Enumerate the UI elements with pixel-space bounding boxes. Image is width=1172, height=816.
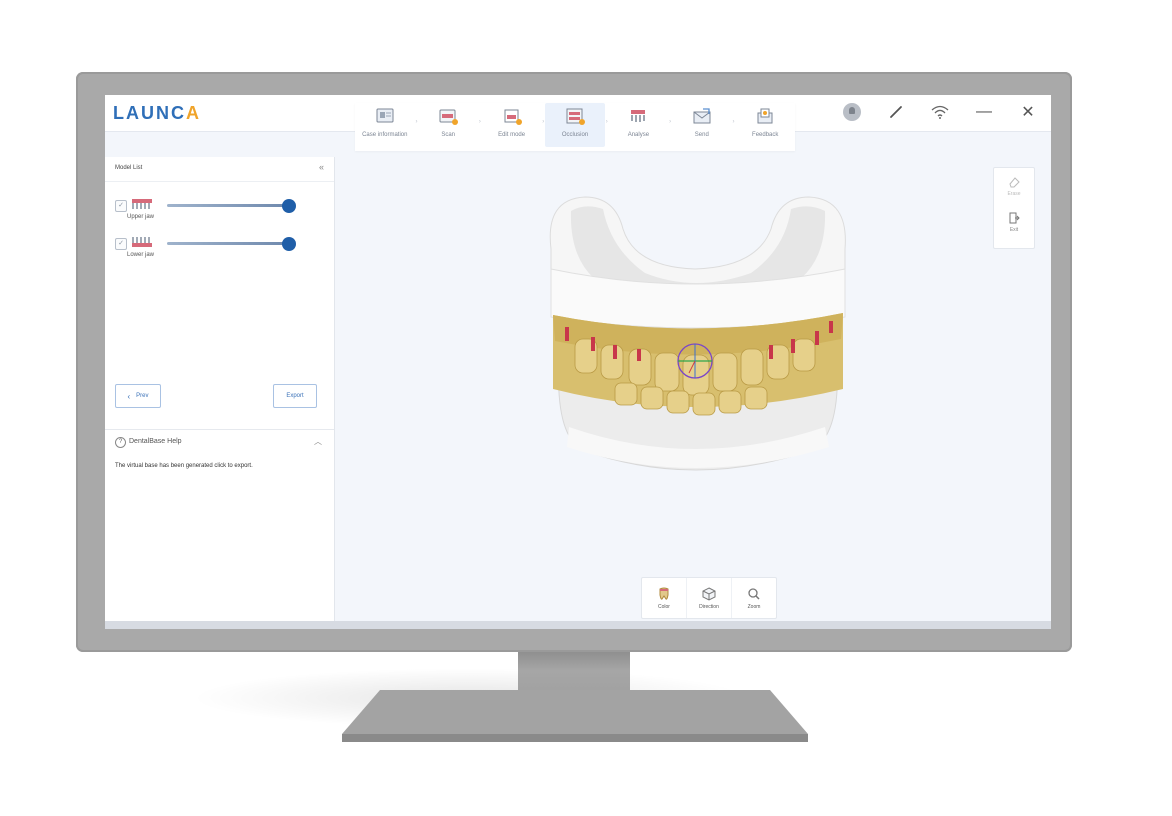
zoom-label: Zoom [747,603,761,610]
collapse-panel-icon[interactable]: « [319,162,324,172]
upper-jaw-label: Upper jaw [127,214,155,220]
help-title: DentalBase Help [129,438,182,445]
pen-icon [890,106,902,118]
dental-model-3d[interactable] [545,189,849,489]
app-window: LAUNCA — ✕ Case information › Scan › Edi… [105,95,1051,629]
screen-bottom-strip [105,621,1051,629]
exit-tool-button[interactable]: Exit [994,204,1034,240]
step-occlusion[interactable]: Occlusion [545,103,605,147]
erase-tool-button[interactable]: Erase [994,168,1034,204]
lower-jaw-icon [132,237,152,247]
prev-button[interactable]: ‹ Prev [115,384,161,408]
zoom-icon [748,587,760,600]
step-label: Analyse [627,132,650,138]
color-label: Color [658,603,670,610]
step-feedback[interactable]: Feedback [735,103,795,147]
send-icon [693,108,711,124]
lower-jaw-label: Lower jaw [127,252,155,258]
feedback-icon [757,108,773,124]
model-list-title: Model List [115,165,143,171]
model-list-header: Model List « [105,157,334,182]
step-label: Feedback [752,132,779,138]
window-controls: — ✕ [839,99,1041,125]
help-icon: ? [115,437,126,448]
lower-jaw-row: ✓ Lower jaw [105,228,334,266]
erase-label: Erase [1007,190,1021,197]
workflow-steps: Case information › Scan › Edit mode › Oc… [355,103,795,151]
lower-jaw-opacity-slider[interactable] [167,242,289,245]
help-collapse-icon[interactable]: ︿ [314,436,322,447]
zoom-tool-button[interactable]: Zoom [732,578,776,618]
help-divider [105,429,334,430]
occlusion-icon [566,108,585,125]
prev-button-label: Prev [136,393,149,399]
step-send[interactable]: Send [672,103,732,147]
monitor-stand-base [342,690,808,742]
step-analyse[interactable]: Analyse [609,103,669,147]
model-list-panel: Model List « ✓ Upper jaw ✓ Lower jaw ‹ P… [105,157,335,629]
bottom-toolbar: Color Direction Zoom [641,577,777,619]
exit-label: Exit [1009,226,1019,233]
step-label: Send [694,132,709,138]
wifi-button[interactable] [927,99,953,125]
scan-icon [439,109,459,125]
pen-button[interactable] [883,99,909,125]
edit-model-icon [504,109,522,125]
chevron-left-icon: ‹ [127,391,131,401]
upper-jaw-icon [132,199,152,209]
upper-jaw-opacity-slider[interactable] [167,204,289,207]
wifi-icon [931,105,949,119]
export-button-label: Export [286,393,304,399]
step-label: Occlusion [561,132,589,138]
color-tool-button[interactable]: Color [642,578,687,618]
help-text: The virtual base has been generated clic… [115,463,253,469]
minimize-button[interactable]: — [971,99,997,125]
upper-jaw-row: ✓ Upper jaw [105,190,334,228]
upper-jaw-slider-handle[interactable] [282,199,296,213]
exit-icon [1009,212,1020,223]
step-label: Scan [441,132,456,138]
tooth-color-icon [659,587,669,600]
step-label: Case information [362,132,408,138]
direction-label: Direction [699,603,719,610]
step-label: Edit mode [498,132,526,138]
export-button[interactable]: Export [273,384,317,408]
eraser-icon [1009,176,1020,187]
upper-jaw-checkbox[interactable]: ✓ [115,200,127,212]
user-icon [843,103,861,121]
launca-logo: LAUNCA [113,103,201,123]
case-info-icon [376,108,394,123]
cube-direction-icon [702,586,716,601]
right-toolbar: Erase Exit [993,167,1035,249]
3d-viewport[interactable]: Erase Exit Color Direction Zoom [335,157,1051,629]
analyse-icon [631,110,646,122]
close-button[interactable]: ✕ [1015,99,1041,125]
user-account-button[interactable] [839,99,865,125]
step-edit-mode[interactable]: Edit mode [482,103,542,147]
step-scan[interactable]: Scan [418,103,478,147]
lower-jaw-checkbox[interactable]: ✓ [115,238,127,250]
step-case-information[interactable]: Case information [355,103,415,147]
lower-jaw-slider-handle[interactable] [282,237,296,251]
direction-tool-button[interactable]: Direction [687,578,732,618]
